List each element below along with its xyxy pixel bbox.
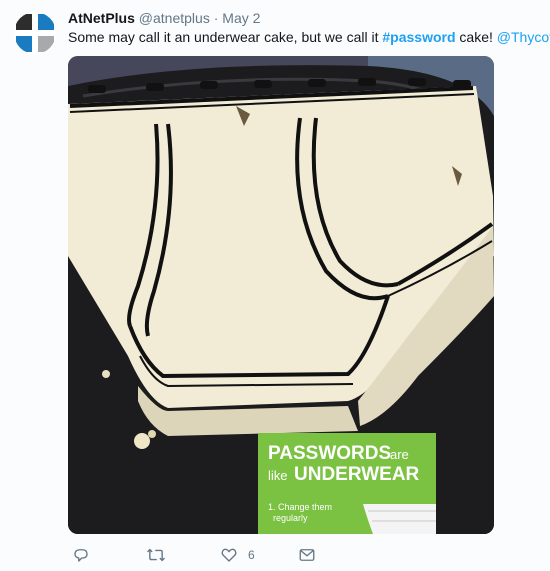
passwords-sign: PASSWORDS are like UNDERWEAR 1. Change t… xyxy=(258,433,436,534)
hashtag-link[interactable]: #password xyxy=(382,29,455,45)
sign-like-text: like xyxy=(268,468,288,483)
tweet-actions: 6 xyxy=(68,545,488,565)
sign-underwear-text: UNDERWEAR xyxy=(294,464,420,485)
author-name[interactable]: AtNetPlus xyxy=(68,10,135,26)
mention-link[interactable]: @Thycotic xyxy=(497,29,550,45)
reply-icon xyxy=(74,549,88,562)
tweet-photo[interactable]: PASSWORDS are like UNDERWEAR 1. Change t… xyxy=(68,56,494,534)
tweet-text-middle: cake! xyxy=(455,29,497,45)
reply-button[interactable] xyxy=(72,545,90,565)
underwear-cake-photo: PASSWORDS are like UNDERWEAR 1. Change t… xyxy=(68,56,494,534)
tweet-date[interactable]: May 2 xyxy=(222,10,260,26)
tweet-card[interactable]: AtNetPlus @atnetplus · May 2 Some may ca… xyxy=(0,0,550,571)
author-handle[interactable]: @atnetplus xyxy=(139,10,210,26)
retweet-button[interactable] xyxy=(146,545,166,565)
sign-passwords-text: PASSWORDS xyxy=(268,443,391,464)
direct-message-icon xyxy=(299,549,315,561)
atnetplus-logo-icon xyxy=(14,12,56,54)
tweet-header: AtNetPlus @atnetplus · May 2 xyxy=(68,9,540,27)
tweet-text-before: Some may call it an underwear cake, but … xyxy=(68,29,383,45)
header-separator: · xyxy=(213,10,219,26)
avatar[interactable] xyxy=(14,12,56,54)
sign-item-text-1: 1. Change them xyxy=(268,502,332,512)
like-count: 6 xyxy=(248,548,255,562)
tweet-text: Some may call it an underwear cake, but … xyxy=(68,28,550,47)
sign-are-text: are xyxy=(390,447,409,462)
sign-item-text-2: regularly xyxy=(273,513,308,523)
retweet-icon xyxy=(147,548,165,562)
like-icon xyxy=(221,548,237,562)
like-button[interactable]: 6 xyxy=(220,545,255,565)
direct-message-button[interactable] xyxy=(298,545,316,565)
